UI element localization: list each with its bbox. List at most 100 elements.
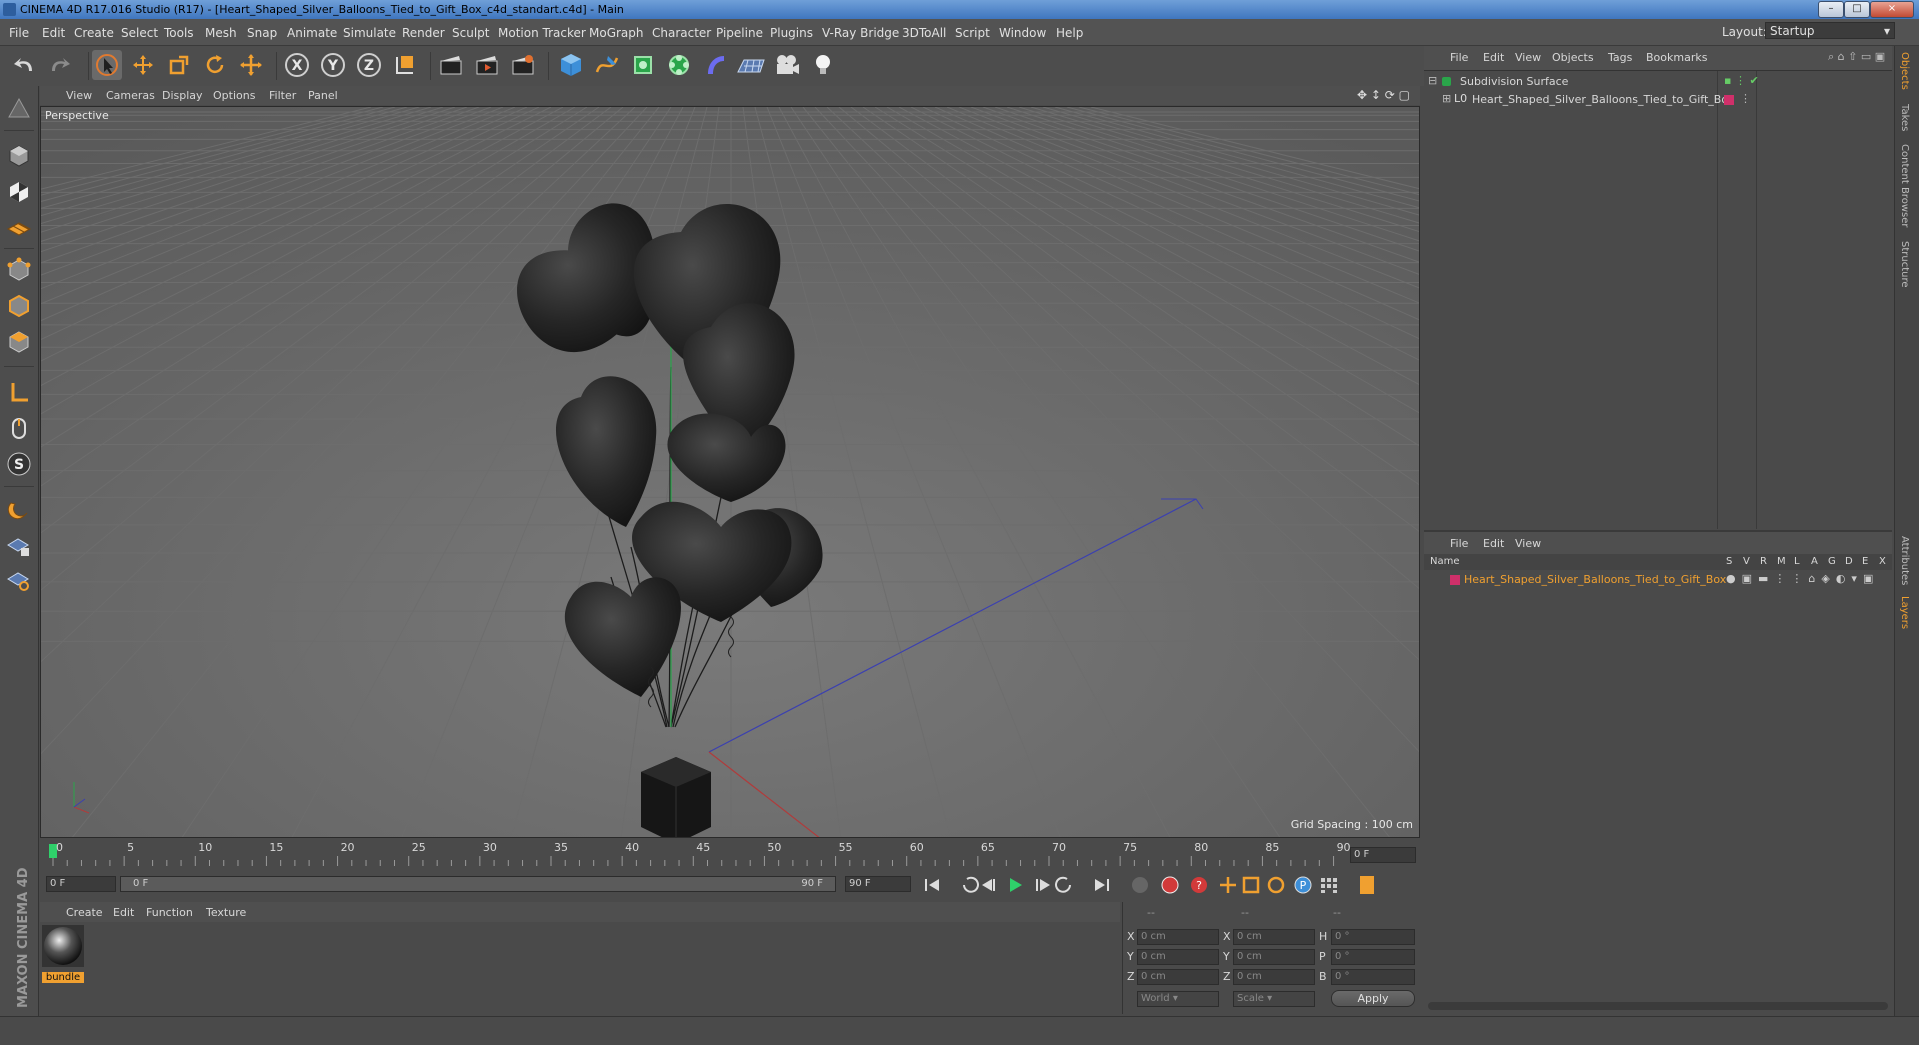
menu-create[interactable]: Create (74, 26, 114, 40)
menu-tools[interactable]: Tools (164, 26, 194, 40)
rot-p-field[interactable]: 0 ° (1331, 949, 1415, 965)
timeline-window-icon[interactable] (1360, 876, 1374, 894)
coord-system-dropdown[interactable]: World ▾ (1137, 991, 1219, 1007)
deformer-button[interactable] (700, 50, 730, 80)
axis-mode-button[interactable] (3, 376, 35, 408)
live-selection-button[interactable] (92, 50, 122, 80)
material-menu-texture[interactable]: Texture (206, 906, 246, 919)
x-axis-lock-button[interactable]: X (282, 50, 312, 80)
workplane-mode-button[interactable] (3, 212, 35, 244)
polygons-mode-button[interactable] (3, 326, 35, 358)
tab-attributes[interactable]: Attributes (1899, 536, 1910, 585)
perspective-viewport[interactable]: Perspective Grid Spacing : 100 cm (40, 106, 1420, 838)
step-back-icon[interactable] (982, 879, 995, 891)
next-key-icon[interactable] (1055, 876, 1071, 893)
menu-file[interactable]: File (9, 26, 29, 40)
visibility-dots-icon[interactable]: ⋮ (1740, 92, 1751, 105)
menu-edit[interactable]: Edit (42, 26, 65, 40)
obj-menu-file[interactable]: File (1450, 51, 1468, 64)
obj-menu-tags[interactable]: Tags (1608, 51, 1632, 64)
tweak-mode-button[interactable] (3, 412, 35, 444)
end-frame-field[interactable]: 90 F (845, 876, 911, 892)
menu-mesh[interactable]: Mesh (205, 26, 237, 40)
menu-simulate[interactable]: Simulate (343, 26, 396, 40)
key-pla-icon[interactable] (1321, 878, 1337, 893)
menu-animate[interactable]: Animate (287, 26, 337, 40)
obj-menu-objects[interactable]: Objects (1552, 51, 1594, 64)
obj-menu-view[interactable]: View (1515, 51, 1541, 64)
menu-help[interactable]: Help (1056, 26, 1083, 40)
y-axis-lock-button[interactable]: Y (318, 50, 348, 80)
record-disabled-icon[interactable] (1132, 877, 1148, 893)
coordinate-system-button[interactable] (390, 50, 420, 80)
menu-vray-bridge[interactable]: V-Ray Bridge (822, 26, 899, 40)
menu-character[interactable]: Character (652, 26, 711, 40)
key-rotation-icon[interactable] (1267, 876, 1285, 894)
layer-color-tag[interactable] (1724, 95, 1734, 105)
size-z-field[interactable]: 0 cm (1233, 969, 1315, 985)
tab-layers[interactable]: Layers (1899, 596, 1910, 629)
menu-select[interactable]: Select (121, 26, 158, 40)
menu-snap[interactable]: Snap (247, 26, 277, 40)
pos-z-field[interactable]: 0 cm (1137, 969, 1219, 985)
light-button[interactable] (808, 50, 838, 80)
material-menu-function[interactable]: Function (146, 906, 193, 919)
render-to-picture-viewer-button[interactable] (472, 50, 502, 80)
points-mode-button[interactable] (3, 254, 35, 286)
material-menu-edit[interactable]: Edit (113, 906, 134, 919)
redo-button[interactable] (44, 50, 74, 80)
menu-render[interactable]: Render (402, 26, 445, 40)
previous-key-icon[interactable] (963, 876, 979, 893)
tab-takes[interactable]: Takes (1899, 104, 1910, 131)
close-button[interactable]: × (1870, 1, 1914, 18)
snap-button[interactable]: S (3, 448, 35, 480)
maximize-button[interactable]: □ (1844, 1, 1870, 18)
size-mode-dropdown[interactable]: Scale ▾ (1233, 991, 1315, 1007)
viewport-nav-icons[interactable]: ✥ ↕ ⟳ ▢ (1357, 88, 1410, 102)
menu-motion-tracker[interactable]: Motion Tracker (498, 26, 586, 40)
material-menu-create[interactable]: Create (66, 906, 103, 919)
tab-objects[interactable]: Objects (1899, 52, 1910, 90)
render-settings-button[interactable] (508, 50, 538, 80)
key-scale-icon[interactable] (1242, 876, 1260, 894)
key-position-icon[interactable] (1220, 877, 1236, 893)
visibility-check-icon[interactable]: ▪ ⋮ ✔ (1724, 74, 1759, 87)
menu-plugins[interactable]: Plugins (770, 26, 813, 40)
spline-pen-button[interactable] (592, 50, 622, 80)
move-tool-button[interactable] (128, 50, 158, 80)
tab-structure[interactable]: Structure (1899, 241, 1910, 288)
make-editable-button[interactable] (3, 92, 35, 124)
menu-sculpt[interactable]: Sculpt (452, 26, 489, 40)
obj-menu-bookmarks[interactable]: Bookmarks (1646, 51, 1707, 64)
menu-script[interactable]: Script (955, 26, 990, 40)
layout-dropdown[interactable]: Startup ▾ (1765, 22, 1895, 39)
frame-range-slider[interactable]: 0 F 90 F (120, 876, 836, 892)
model-mode-button[interactable] (3, 140, 35, 172)
expand-icon[interactable]: ⊞ (1442, 92, 1451, 105)
current-frame-field[interactable]: 0 F (1350, 847, 1416, 863)
layer-row[interactable]: Heart_Shaped_Silver_Balloons_Tied_to_Gif… (1424, 572, 1892, 588)
object-row-subdivision[interactable]: ⊟ Subdivision Surface ▪ ⋮ ✔ (1424, 73, 1892, 90)
minimize-button[interactable]: – (1818, 1, 1844, 18)
lock-workplane-button[interactable] (3, 530, 35, 562)
start-frame-field[interactable]: 0 F (46, 876, 116, 892)
layer-color-swatch[interactable] (1450, 575, 1460, 585)
obj-search-icons[interactable]: ⌕ ⌂ ⇧ ▭ ▣ (1828, 50, 1885, 64)
menu-pipeline[interactable]: Pipeline (716, 26, 763, 40)
pos-y-field[interactable]: 0 cm (1137, 949, 1219, 965)
workplane-rotate-button[interactable] (3, 564, 35, 596)
camera-button[interactable] (772, 50, 802, 80)
play-icon[interactable] (1010, 878, 1022, 892)
step-forward-icon[interactable] (1036, 879, 1050, 891)
layer-toggle-icons[interactable]: ●▣▬⋮⋮⌂◈◐▾▣ (1726, 572, 1879, 585)
apply-button[interactable]: Apply (1331, 990, 1415, 1007)
pos-x-field[interactable]: 0 cm (1137, 929, 1219, 945)
timeline-ruler[interactable]: 0 5 10 15 20 25 30 35 40 45 50 55 60 65 70 75 80 85 90 0 F (40, 840, 1420, 870)
viewport-menu-filter[interactable]: Filter (269, 89, 296, 102)
viewport-menu-display[interactable]: Display (162, 89, 203, 102)
viewport-menu-options[interactable]: Options (213, 89, 255, 102)
size-y-field[interactable]: 0 cm (1233, 949, 1315, 965)
menu-3dtoall[interactable]: 3DToAll (902, 26, 946, 40)
size-x-field[interactable]: 0 cm (1233, 929, 1315, 945)
rotate-tool-button[interactable] (200, 50, 230, 80)
